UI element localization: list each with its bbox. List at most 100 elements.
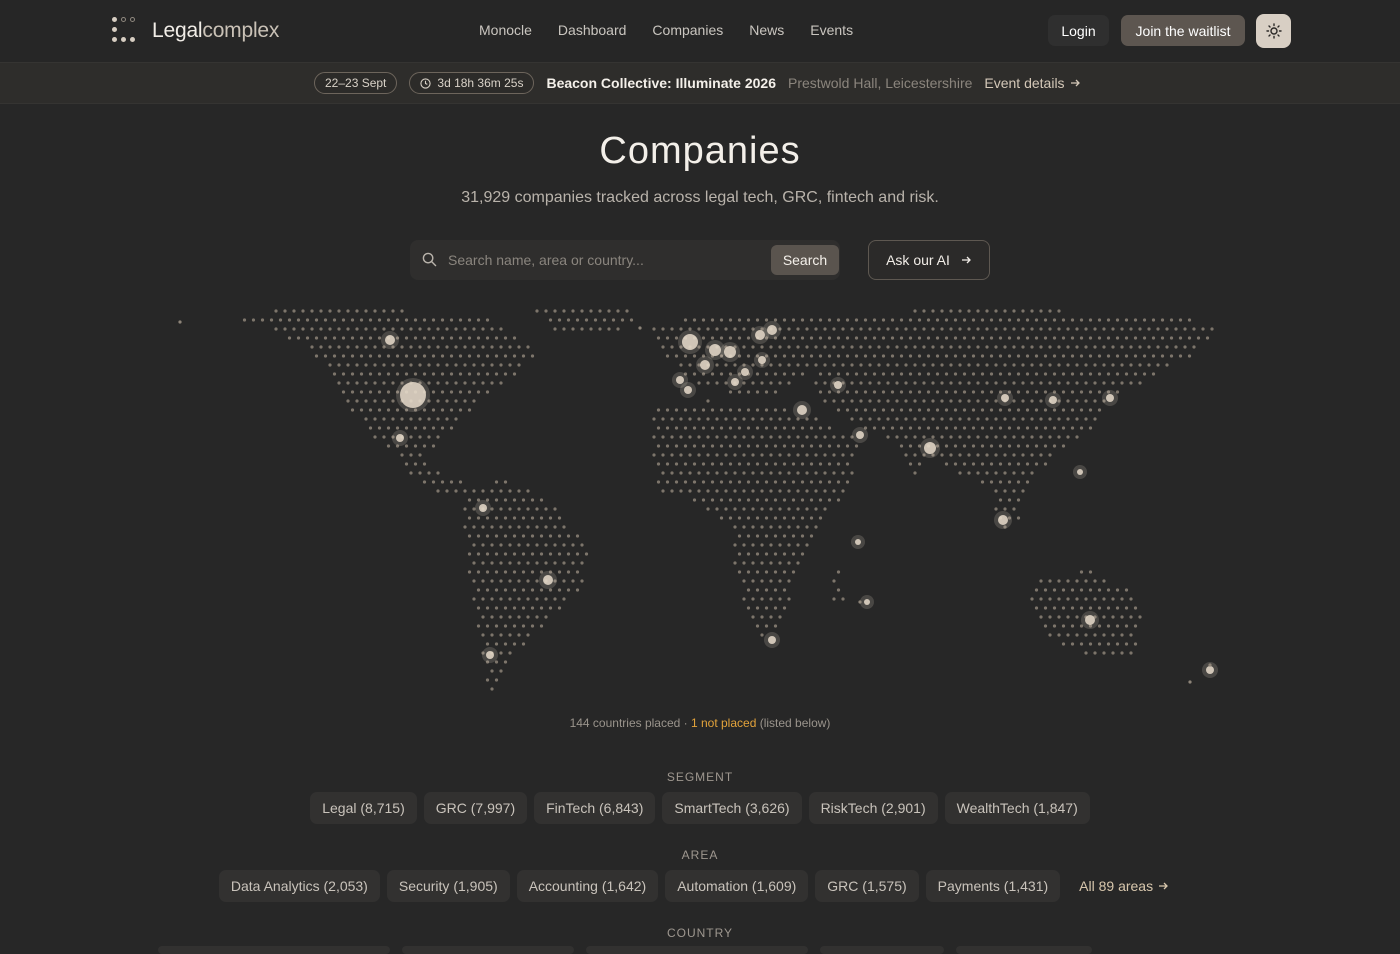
map-marker[interactable] [855, 539, 861, 545]
map-marker[interactable] [856, 431, 864, 439]
country-chip[interactable] [402, 946, 574, 954]
map-dot [940, 417, 944, 421]
country-chip[interactable] [586, 946, 808, 954]
search-button[interactable]: Search [771, 245, 839, 275]
map-dot [989, 408, 994, 412]
map-marker[interactable] [479, 504, 487, 512]
map-marker[interactable] [767, 325, 777, 335]
map-marker[interactable] [1001, 394, 1009, 402]
segment-chip-legal[interactable]: Legal (8,715) [310, 792, 417, 824]
map-dot [692, 462, 697, 466]
map-marker[interactable] [1049, 396, 1057, 404]
map-dot [787, 417, 791, 421]
map-dot [656, 426, 661, 430]
ask-ai-button[interactable]: Ask our AI [868, 240, 990, 280]
join-waitlist-button[interactable]: Join the waitlist [1121, 15, 1245, 46]
map-dot [409, 471, 413, 475]
map-marker[interactable] [741, 368, 749, 376]
map-dot [760, 543, 764, 547]
nav-dashboard[interactable]: Dashboard [547, 22, 638, 38]
map-marker[interactable] [700, 360, 710, 370]
map-dot [755, 480, 760, 484]
area-chip-data-analytics[interactable]: Data Analytics (2,053) [218, 870, 380, 902]
map-marker[interactable] [400, 382, 426, 408]
map-dot [787, 471, 791, 475]
map-marker[interactable] [1085, 615, 1095, 625]
map-marker[interactable] [682, 334, 698, 350]
map-dot [517, 489, 521, 493]
area-chip-grc[interactable]: GRC (1,575) [815, 870, 919, 902]
map-dot [458, 390, 463, 394]
map-dot [782, 606, 787, 610]
map-dot [557, 570, 562, 574]
segment-chip-risktech[interactable]: RiskTech (2,901) [808, 792, 938, 824]
area-chip-security[interactable]: Security (1,905) [386, 870, 510, 902]
event-details-link[interactable]: Event details [984, 75, 1080, 91]
map-marker[interactable] [1077, 469, 1083, 475]
segment-chip-wealthtech[interactable]: WealthTech (1,847) [944, 792, 1090, 824]
map-dot [323, 318, 328, 322]
map-dot [949, 327, 953, 331]
map-dot [1174, 345, 1178, 349]
country-chip[interactable] [820, 946, 944, 954]
map-dot [508, 345, 512, 349]
area-chip-accounting[interactable]: Accounting (1,642) [516, 870, 659, 902]
map-marker[interactable] [385, 335, 395, 345]
map-dot [1124, 354, 1129, 358]
map-dot [944, 336, 949, 340]
area-chip-automation[interactable]: Automation (1,609) [665, 870, 809, 902]
map-dot [737, 462, 742, 466]
map-marker[interactable] [924, 442, 936, 454]
map-marker[interactable] [724, 346, 736, 358]
map-dot [404, 372, 409, 376]
nav-events[interactable]: Events [799, 22, 864, 38]
search-input[interactable] [448, 248, 768, 272]
segment-chip-fintech[interactable]: FinTech (6,843) [534, 792, 656, 824]
theme-toggle-button[interactable] [1256, 14, 1291, 48]
map-dot [769, 489, 773, 493]
nav-monocle[interactable]: Monocle [468, 22, 543, 38]
nav-companies[interactable]: Companies [641, 22, 734, 38]
map-dot [836, 336, 841, 340]
map-dot [845, 372, 850, 376]
map-marker[interactable] [834, 381, 842, 389]
map-dot [778, 417, 782, 421]
country-chip[interactable] [956, 946, 1092, 954]
country-chip[interactable] [158, 946, 390, 954]
map-marker[interactable] [1206, 666, 1214, 674]
map-dot [422, 336, 427, 340]
clock-icon [420, 77, 432, 89]
area-chip-payments[interactable]: Payments (1,431) [925, 870, 1061, 902]
map-marker[interactable] [864, 599, 870, 605]
all-areas-link[interactable]: All 89 areas [1067, 870, 1181, 902]
login-button[interactable]: Login [1048, 15, 1109, 46]
segment-chip-smarttech[interactable]: SmartTech (3,626) [662, 792, 802, 824]
segment-chip-grc[interactable]: GRC (7,997) [423, 792, 528, 824]
map-marker[interactable] [396, 434, 404, 442]
map-dot [1048, 453, 1052, 457]
map-dot [760, 435, 764, 439]
map-marker[interactable] [709, 344, 721, 356]
map-dot [1021, 417, 1025, 421]
map-dot [1070, 372, 1075, 376]
map-marker[interactable] [1106, 394, 1114, 402]
map-marker[interactable] [731, 378, 739, 386]
map-marker[interactable] [998, 515, 1008, 525]
map-marker[interactable] [543, 575, 553, 585]
map-dot [1048, 363, 1052, 367]
map-marker[interactable] [758, 356, 766, 364]
map-dot [913, 471, 917, 475]
map-marker[interactable] [797, 405, 807, 415]
map-dot [940, 309, 944, 313]
map-marker[interactable] [768, 636, 776, 644]
map-marker[interactable] [676, 376, 684, 384]
map-marker[interactable] [684, 386, 692, 394]
map-dot [431, 390, 436, 394]
map-caption-not-placed[interactable]: 1 not placed [691, 716, 756, 730]
map-marker[interactable] [486, 651, 494, 659]
brand-logo[interactable]: Legalcomplex [112, 17, 279, 45]
map-dot [661, 345, 665, 349]
map-dot [1201, 327, 1205, 331]
nav-news[interactable]: News [738, 22, 795, 38]
world-dot-map[interactable] [160, 290, 1240, 710]
